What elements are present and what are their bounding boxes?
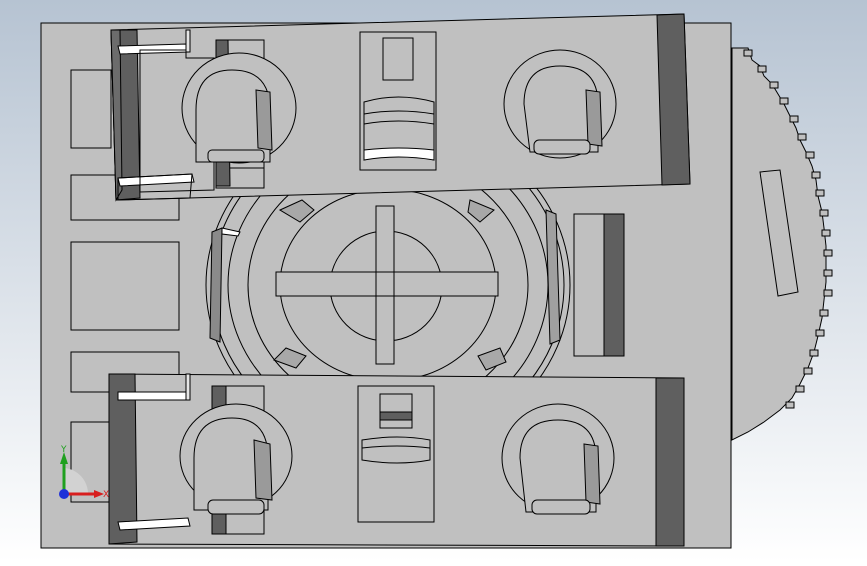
- cad-graphics-area[interactable]: Y X: [0, 0, 867, 562]
- assembly-model[interactable]: [40, 13, 833, 549]
- left-pocket-1[interactable]: [70, 69, 112, 149]
- y-axis-label[interactable]: Y: [60, 445, 67, 455]
- left-pocket-3[interactable]: [70, 241, 180, 331]
- model-view-svg[interactable]: Y X: [0, 0, 867, 562]
- z-axis-dot[interactable]: [59, 489, 69, 499]
- right-block-dark[interactable]: [603, 213, 625, 357]
- top-clamp-bar[interactable]: [110, 13, 691, 202]
- bottom-clamp-bar[interactable]: [108, 373, 685, 547]
- x-axis-label[interactable]: X: [103, 490, 109, 500]
